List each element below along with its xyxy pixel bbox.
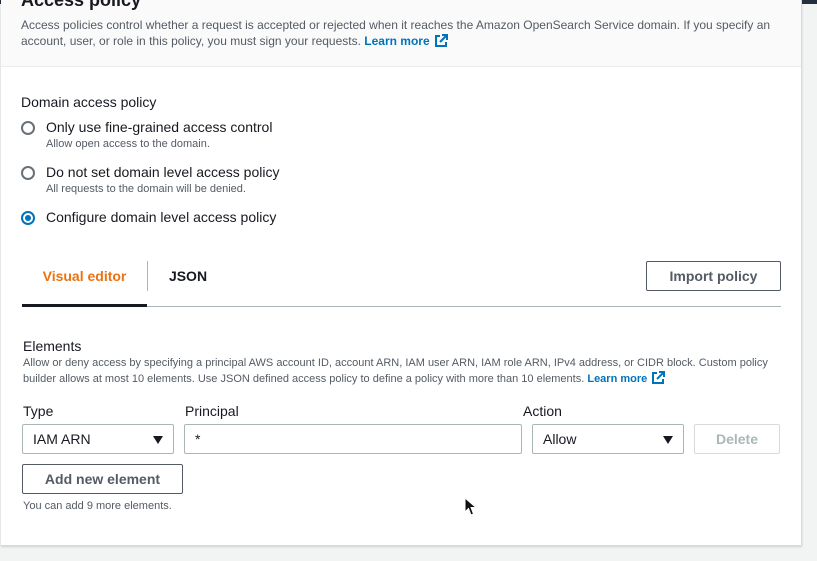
delete-element-button[interactable]: Delete: [694, 424, 780, 454]
radio-button[interactable]: [21, 121, 35, 135]
type-column-label: Type: [23, 403, 54, 419]
tab-json[interactable]: JSON: [148, 255, 228, 304]
radio-button[interactable]: [21, 166, 35, 180]
mouse-pointer-icon: [464, 497, 478, 516]
principal-column-label: Principal: [185, 403, 239, 419]
type-select[interactable]: IAM ARN: [22, 424, 174, 454]
radio-label: Only use fine-grained access control: [46, 119, 273, 135]
access-policy-panel: Access policy Access policies control wh…: [1, 0, 802, 546]
caret-down-icon: [153, 436, 163, 444]
radio-button-selected[interactable]: [21, 211, 35, 225]
import-policy-button[interactable]: Import policy: [646, 261, 781, 291]
external-link-icon: [652, 371, 666, 384]
elements-remaining-hint: You can add 9 more elements.: [23, 500, 172, 512]
add-new-element-button[interactable]: Add new element: [22, 464, 183, 494]
panel-title: Access policy: [21, 0, 142, 10]
learn-more-link[interactable]: Learn more: [364, 34, 448, 48]
panel-description: Access policies control whether a reques…: [21, 17, 781, 49]
caret-down-icon: [663, 436, 673, 444]
radio-description: Allow open access to the domain.: [46, 138, 210, 150]
learn-more-label: Learn more: [587, 373, 648, 385]
type-select-value: IAM ARN: [33, 431, 91, 447]
panel-header: Access policy Access policies control wh…: [1, 0, 801, 67]
tab-visual-editor[interactable]: Visual editor: [22, 255, 147, 307]
domain-access-policy-label: Domain access policy: [21, 94, 157, 110]
elements-learn-more-link[interactable]: Learn more: [587, 371, 666, 385]
elements-description: Allow or deny access by specifying a pri…: [23, 356, 783, 387]
radio-label: Do not set domain level access policy: [46, 164, 280, 180]
radio-label: Configure domain level access policy: [46, 209, 277, 225]
action-column-label: Action: [523, 403, 562, 419]
elements-title: Elements: [23, 338, 82, 354]
action-select[interactable]: Allow: [532, 424, 684, 454]
learn-more-label: Learn more: [364, 34, 430, 48]
principal-input[interactable]: *: [184, 424, 522, 454]
external-link-icon: [434, 34, 448, 47]
action-select-value: Allow: [543, 431, 577, 447]
radio-description: All requests to the domain will be denie…: [46, 183, 246, 195]
